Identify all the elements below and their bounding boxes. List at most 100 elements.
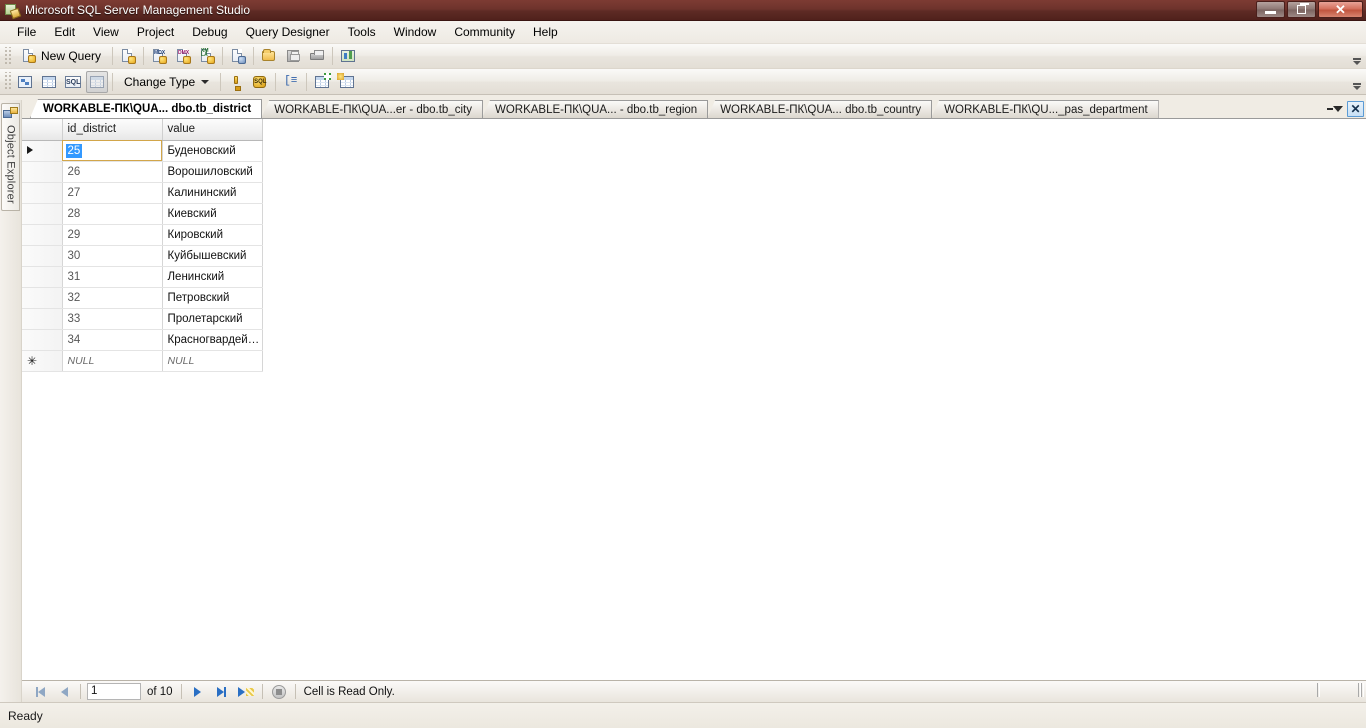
new-row-indicator[interactable]: ✳ xyxy=(22,350,63,372)
column-header-id-district[interactable]: id_district xyxy=(62,119,163,141)
new-query-button[interactable]: New Query xyxy=(14,45,108,67)
row-selector[interactable] xyxy=(22,329,63,351)
print-button[interactable] xyxy=(306,45,328,67)
cell-id-district[interactable]: 30 xyxy=(62,245,163,267)
toolbar-overflow-button[interactable] xyxy=(1350,71,1364,92)
minimize-button[interactable] xyxy=(1256,1,1285,18)
close-button[interactable]: ✕ xyxy=(1318,1,1363,18)
cell-id-district-null[interactable]: NULL xyxy=(62,350,163,372)
cell-id-district[interactable]: 32 xyxy=(62,287,163,309)
row-selector[interactable] xyxy=(22,140,63,162)
cell-id-district[interactable]: 31 xyxy=(62,266,163,288)
toolbar-grip[interactable] xyxy=(3,46,11,66)
row-selector[interactable] xyxy=(22,224,63,246)
tab-list-dropdown-icon[interactable] xyxy=(1327,101,1343,117)
last-record-button[interactable] xyxy=(211,683,233,701)
previous-record-button[interactable] xyxy=(53,683,75,701)
save-button[interactable] xyxy=(282,45,304,67)
restore-button[interactable] xyxy=(1287,1,1316,18)
open-file-button[interactable] xyxy=(258,45,280,67)
cell-value[interactable]: Ворошиловский xyxy=(162,161,263,183)
table-row[interactable]: 25 Буденовский xyxy=(22,140,263,162)
cell-id-district[interactable]: 26 xyxy=(62,161,163,183)
new-mdx-query-button[interactable]: MDX xyxy=(148,45,170,67)
add-new-derived-table-button[interactable] xyxy=(335,71,357,93)
table-row[interactable]: 26 Ворошиловский xyxy=(22,161,263,183)
table-row[interactable]: 27 Калининский xyxy=(22,182,263,204)
new-dmx-query-button[interactable]: DMX xyxy=(172,45,194,67)
change-type-button[interactable]: Change Type xyxy=(117,71,216,93)
menu-project[interactable]: Project xyxy=(128,23,183,41)
cell-value-null[interactable]: NULL xyxy=(162,350,263,372)
menu-view[interactable]: View xyxy=(84,23,128,41)
results-grid[interactable]: id_district value 25 Буденовский 26 Воро… xyxy=(22,119,1366,680)
table-row[interactable]: 30 Куйбышевский xyxy=(22,245,263,267)
verify-sql-button[interactable] xyxy=(225,71,247,93)
stop-button[interactable] xyxy=(268,683,290,701)
cell-value[interactable]: Буденовский xyxy=(162,140,263,162)
toolbar-grip[interactable] xyxy=(3,72,11,91)
cell-value[interactable]: Куйбышевский xyxy=(162,245,263,267)
menu-edit[interactable]: Edit xyxy=(45,23,84,41)
cell-value[interactable]: Кировский xyxy=(162,224,263,246)
cell-value[interactable]: Петровский xyxy=(162,287,263,309)
table-row[interactable]: 33 Пролетарский xyxy=(22,308,263,330)
row-selector[interactable] xyxy=(22,266,63,288)
row-selector[interactable] xyxy=(22,161,63,183)
cell-value[interactable]: Пролетарский xyxy=(162,308,263,330)
cell-id-district[interactable]: 28 xyxy=(62,203,163,225)
menu-file[interactable]: File xyxy=(8,23,45,41)
cell-id-district[interactable]: 33 xyxy=(62,308,163,330)
table-row-new[interactable]: ✳ NULL NULL xyxy=(22,350,263,372)
add-group-by-button[interactable]: [≡ xyxy=(280,71,302,93)
table-row[interactable]: 31 Ленинский xyxy=(22,266,263,288)
new-project-button[interactable] xyxy=(227,45,249,67)
execute-sql-button[interactable]: SQL xyxy=(249,71,271,93)
table-row[interactable]: 29 Кировский xyxy=(22,224,263,246)
tab-tb-country[interactable]: WORKABLE-ПК\QUA... dbo.tb_country xyxy=(707,100,933,118)
show-diagram-pane-button[interactable] xyxy=(14,71,36,93)
tab-pas-department[interactable]: WORKABLE-ПК\QU..._pas_department xyxy=(931,100,1159,118)
cell-value[interactable]: Красногвардей… xyxy=(162,329,263,351)
new-database-engine-query-button[interactable] xyxy=(117,45,139,67)
toolbar-overflow-button[interactable] xyxy=(1350,46,1364,67)
column-header-value[interactable]: value xyxy=(162,119,263,141)
first-record-button[interactable] xyxy=(29,683,51,701)
cell-id-district[interactable]: 29 xyxy=(62,224,163,246)
horizontal-scrollbar[interactable] xyxy=(1317,683,1364,697)
tab-tb-district[interactable]: WORKABLE-ПК\QUA... dbo.tb_district xyxy=(30,99,263,118)
row-selector[interactable] xyxy=(22,287,63,309)
new-xmla-query-button[interactable]: XM LA xyxy=(196,45,218,67)
row-selector[interactable] xyxy=(22,203,63,225)
cell-value[interactable]: Киевский xyxy=(162,203,263,225)
row-selector[interactable] xyxy=(22,182,63,204)
cell-id-district[interactable]: 25 xyxy=(62,140,163,162)
add-table-button[interactable] xyxy=(311,71,333,93)
table-row[interactable]: 34 Красногвардей… xyxy=(22,329,263,351)
menu-query-designer[interactable]: Query Designer xyxy=(237,23,339,41)
new-record-button[interactable] xyxy=(235,683,257,701)
sidebar-item-object-explorer[interactable]: Object Explorer xyxy=(1,103,20,211)
menu-window[interactable]: Window xyxy=(385,23,446,41)
show-sql-pane-button[interactable]: SQL xyxy=(62,71,84,93)
cell-value[interactable]: Ленинский xyxy=(162,266,263,288)
summary-button[interactable] xyxy=(337,45,359,67)
menu-help[interactable]: Help xyxy=(524,23,567,41)
cell-id-district[interactable]: 27 xyxy=(62,182,163,204)
next-record-button[interactable] xyxy=(187,683,209,701)
menu-tools[interactable]: Tools xyxy=(339,23,385,41)
menu-debug[interactable]: Debug xyxy=(183,23,236,41)
table-row[interactable]: 32 Петровский xyxy=(22,287,263,309)
cell-id-district[interactable]: 34 xyxy=(62,329,163,351)
close-document-button[interactable]: ✕ xyxy=(1347,101,1364,117)
tab-tb-region[interactable]: WORKABLE-ПК\QUA... - dbo.tb_region xyxy=(481,100,709,118)
show-criteria-pane-button[interactable] xyxy=(38,71,60,93)
cell-value[interactable]: Калининский xyxy=(162,182,263,204)
table-row[interactable]: 28 Киевский xyxy=(22,203,263,225)
row-selector[interactable] xyxy=(22,245,63,267)
current-record-input[interactable]: 1 xyxy=(87,683,141,700)
row-selector[interactable] xyxy=(22,308,63,330)
title-bar[interactable]: Microsoft SQL Server Management Studio ✕ xyxy=(0,0,1366,21)
menu-community[interactable]: Community xyxy=(445,23,524,41)
show-results-pane-button[interactable] xyxy=(86,70,108,93)
